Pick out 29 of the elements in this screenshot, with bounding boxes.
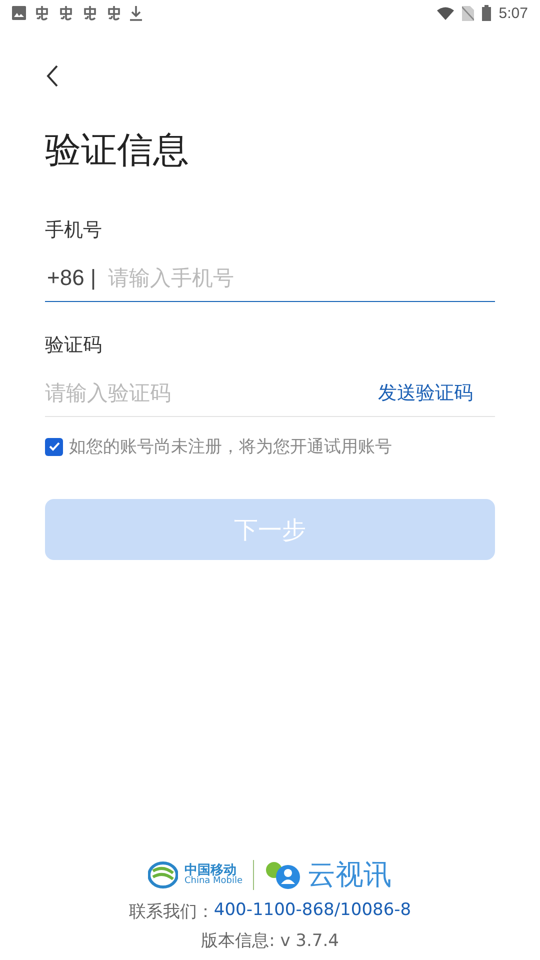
send-code-link[interactable]: 发送验证码 [378,380,473,406]
contact-label: 联系我们： [128,901,214,923]
brand-name: 中国移动 [184,864,236,877]
status-time: 5:07 [498,4,528,22]
app-notification-icon [34,5,50,21]
agreement-checkbox[interactable] [45,438,63,456]
app-notification-icon [106,5,122,21]
back-icon[interactable] [45,64,59,88]
brand-name-english: China Mobile [184,877,243,886]
code-input[interactable]: 请输入验证码 [45,381,378,405]
download-icon [130,6,142,20]
app-name: 云视讯 [308,857,392,893]
check-icon [48,442,60,451]
page-title: 验证信息 [45,129,190,173]
app-notification-icon [82,5,98,21]
agreement-text: 如您的账号尚未注册，将为您开通试用账号 [69,436,392,458]
no-sim-icon [462,6,474,20]
app-notification-icon [58,5,74,21]
code-label: 验证码 [45,333,103,358]
image-icon [12,6,26,20]
version-text: 版本信息: v 3.7.4 [201,930,339,952]
wifi-icon [436,6,454,20]
battery-icon [482,5,491,21]
contact-phone-link[interactable]: 400-1100-868/10086-8 [214,900,412,923]
phone-label: 手机号 [45,218,103,243]
country-code-prefix: +86 | [47,265,96,291]
people-icon [264,860,302,890]
phone-input[interactable]: 请输入手机号 [108,266,495,290]
brand-logo-icon [148,861,178,889]
